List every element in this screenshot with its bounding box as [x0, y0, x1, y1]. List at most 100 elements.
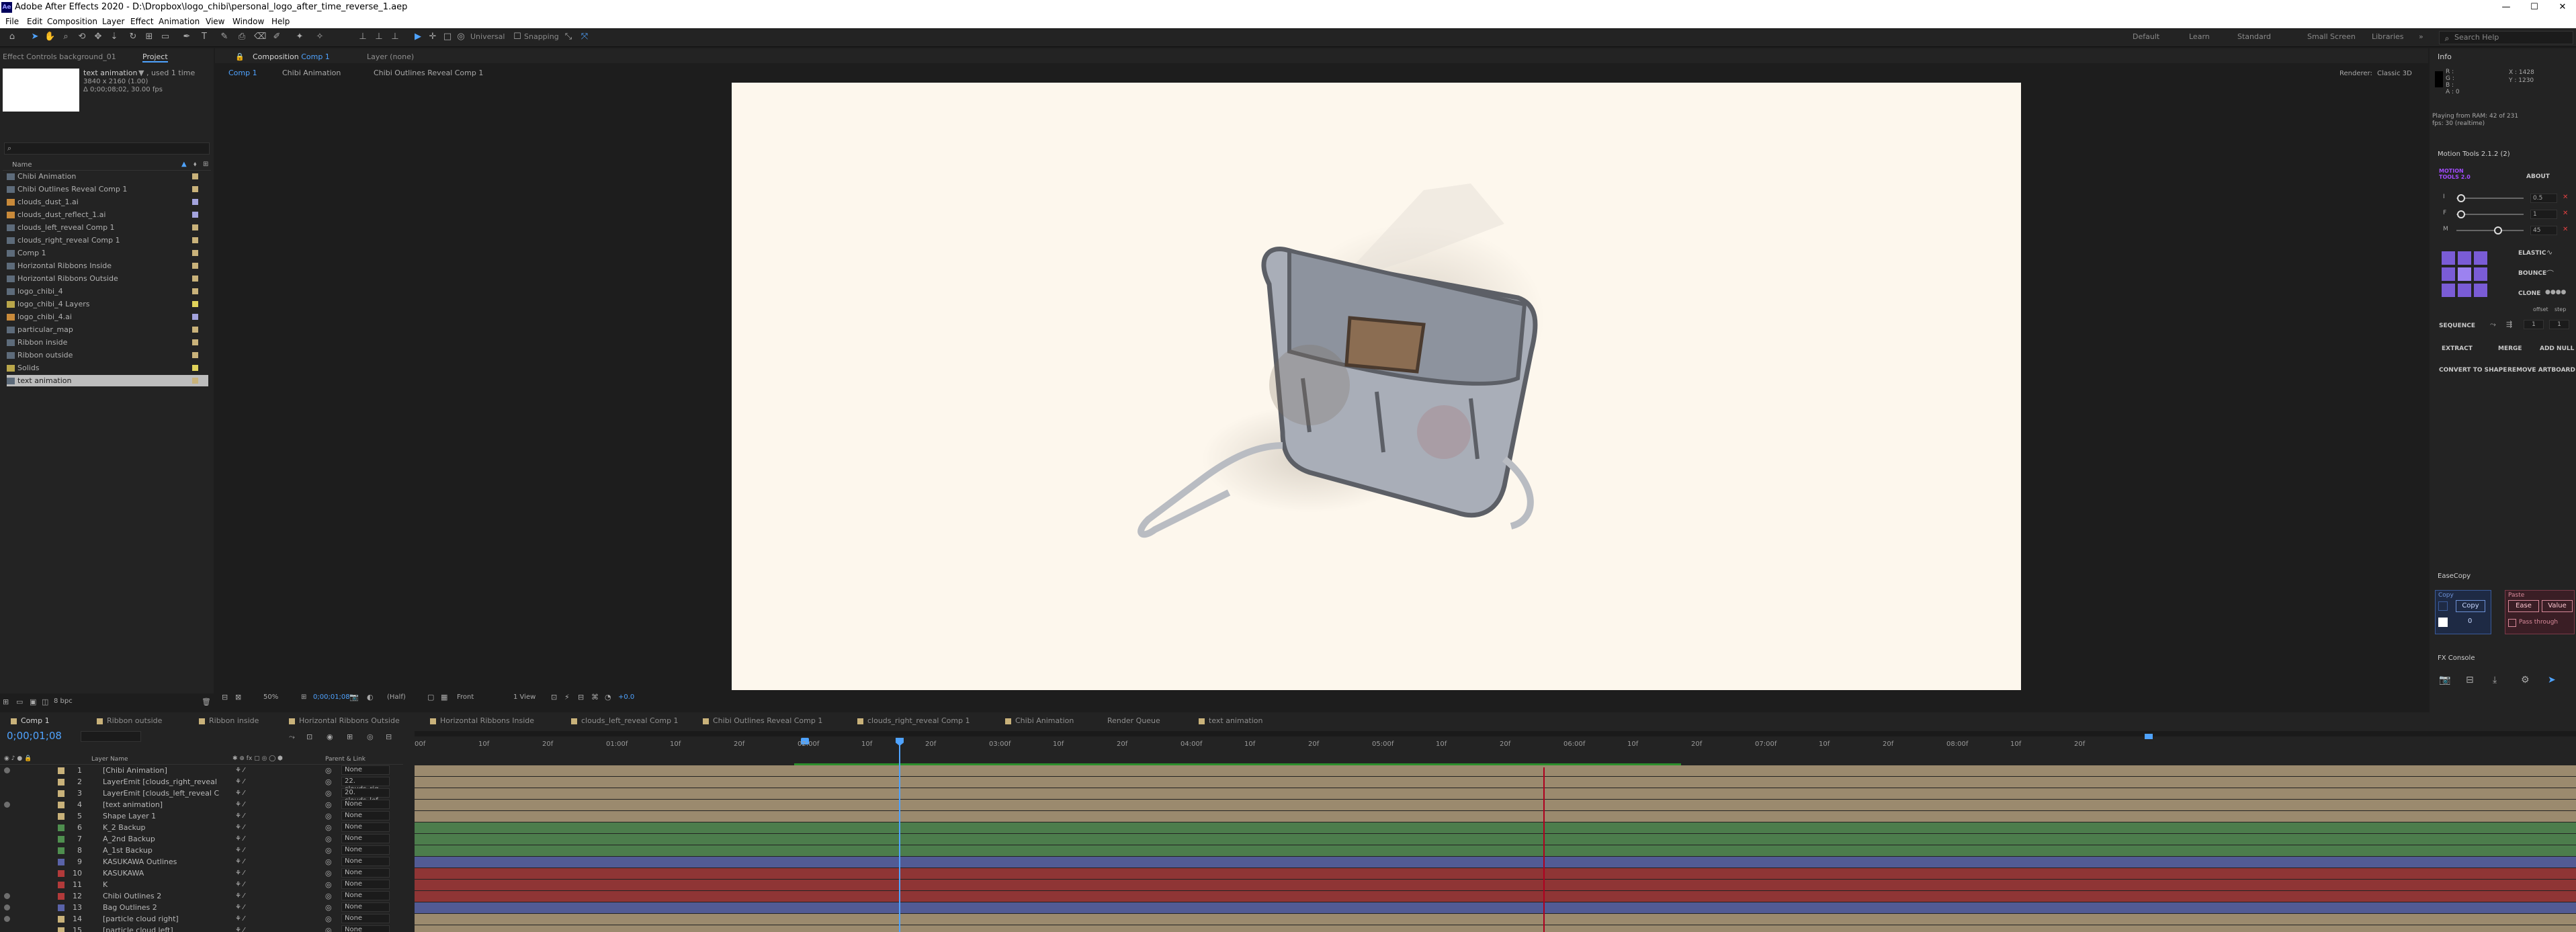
region-of-interest-icon[interactable]: ▢ — [427, 693, 434, 702]
eraser-tool-icon[interactable]: ⌫ — [254, 32, 266, 42]
elastic-button[interactable]: ELASTIC — [2518, 250, 2546, 257]
project-search-input[interactable]: ⌕ — [4, 142, 210, 155]
project-item[interactable]: logo_chibi_4 — [7, 286, 208, 297]
project-item[interactable]: Solids — [7, 362, 208, 374]
project-settings-icon[interactable]: ◫ — [42, 697, 48, 706]
fx-snapshot-icon[interactable]: 📷 — [2439, 675, 2450, 685]
reset-exposure-icon[interactable]: ◔ — [605, 693, 611, 702]
menu-view[interactable]: View — [206, 15, 224, 28]
timeline-tab[interactable]: Ribbon outside — [97, 716, 162, 725]
workspace-default[interactable]: Default — [2133, 32, 2159, 41]
project-item[interactable]: clouds_left_reveal Comp 1 — [7, 222, 208, 233]
project-item-label-swatch[interactable] — [192, 186, 198, 192]
project-item-label-swatch[interactable] — [192, 199, 198, 205]
tab-project[interactable]: Project — [142, 52, 168, 62]
breadcrumb-comp1[interactable]: Comp 1 — [228, 69, 257, 77]
breadcrumb-chibi-outlines[interactable]: Chibi Outlines Reveal Comp 1 — [374, 69, 483, 77]
square-icon[interactable]: □ — [442, 32, 453, 42]
pan-camera-icon[interactable]: ✥ — [93, 32, 103, 42]
viewer-timecode[interactable]: 0;00;01;08 — [313, 693, 350, 701]
menu-edit[interactable]: Edit — [27, 15, 42, 28]
convert-to-shape-button[interactable]: CONVERT TO SHAPE — [2439, 367, 2507, 374]
col-layer-name[interactable]: Layer Name — [91, 756, 128, 763]
tab-layer[interactable]: Layer (none) — [367, 52, 414, 61]
new-folder-icon[interactable]: ▭ — [16, 697, 23, 706]
orbit-camera-icon[interactable]: ⟲ — [77, 32, 87, 42]
shy-layers-icon[interactable]: ◉ — [327, 732, 333, 741]
selection-tool-icon[interactable]: ➤ — [30, 32, 40, 42]
minimize-button[interactable]: — — [2493, 0, 2520, 15]
current-time-display[interactable]: 0;00;01;08 — [7, 730, 62, 742]
layer-duration-bar[interactable] — [415, 800, 2576, 810]
col-name[interactable]: Name — [12, 161, 32, 169]
layer-duration-bar[interactable] — [415, 822, 2576, 833]
project-item[interactable]: Ribbon outside — [7, 349, 208, 361]
new-comp-icon[interactable]: ▣ — [30, 697, 36, 706]
zoom-dropdown[interactable]: 50% — [263, 693, 278, 701]
bpc-label[interactable]: 8 bpc — [54, 697, 73, 705]
layer-duration-bar[interactable] — [415, 845, 2576, 856]
workspace-small-screen[interactable]: Small Screen — [2307, 32, 2356, 41]
menu-window[interactable]: Window — [232, 15, 264, 28]
layer-duration-bar[interactable] — [415, 925, 2576, 932]
project-item[interactable]: clouds_dust_reflect_1.ai — [7, 209, 208, 220]
snapping-checkbox[interactable]: ☐ — [512, 32, 523, 42]
timeline-tab[interactable]: text animation — [1199, 716, 1263, 725]
project-item-label-swatch[interactable] — [192, 224, 198, 230]
layer-duration-bar[interactable] — [415, 777, 2576, 788]
flowchart-icon[interactable]: ⌘ — [591, 693, 599, 702]
menu-composition[interactable]: Composition — [47, 15, 97, 28]
workspace-libraries[interactable]: Libraries — [2372, 32, 2404, 41]
project-item-label-swatch[interactable] — [192, 365, 198, 371]
layer-duration-bar[interactable] — [415, 834, 2576, 845]
project-item[interactable]: Horizontal Ribbons Inside — [7, 260, 208, 271]
type-column-icon[interactable]: ⊞ — [203, 161, 208, 168]
renderer-value[interactable]: Classic 3D — [2377, 70, 2412, 77]
workspace-learn[interactable]: Learn — [2189, 32, 2210, 41]
grid-icon[interactable]: ⊞ — [301, 693, 306, 701]
timeline-tab[interactable]: Render Queue — [1107, 716, 1160, 725]
layer-duration-bar[interactable] — [415, 868, 2576, 879]
about-button[interactable]: ABOUT — [2526, 173, 2550, 180]
pin-tool-icon[interactable]: ✧ — [314, 32, 325, 42]
resolution-dropdown[interactable]: (Half) — [387, 693, 406, 701]
menu-effect[interactable]: Effect — [130, 15, 154, 28]
pass-through-checkbox[interactable] — [2508, 619, 2516, 627]
comp-mini-flowchart-icon[interactable]: ⤳ — [289, 732, 295, 742]
universal-icon[interactable]: ◎ — [456, 32, 466, 42]
timeline-tab[interactable]: Chibi Outlines Reveal Comp 1 — [703, 716, 822, 725]
breadcrumb-chibi-animation[interactable]: Chibi Animation — [282, 69, 341, 77]
slider-knob[interactable] — [2457, 194, 2465, 202]
project-item-label-swatch[interactable] — [192, 212, 198, 218]
project-item-label-swatch[interactable] — [192, 173, 198, 179]
project-item[interactable]: clouds_right_reveal Comp 1 — [7, 235, 208, 246]
clone-button[interactable]: CLONE — [2518, 290, 2540, 297]
layer-duration-bar[interactable] — [415, 902, 2576, 913]
paste-ease-button[interactable]: Ease — [2508, 600, 2539, 612]
rectangle-tool-icon[interactable]: ▭ — [160, 32, 171, 42]
puppet-pin-icon[interactable]: ✦ — [294, 32, 305, 42]
project-item-label-swatch[interactable] — [192, 250, 198, 256]
work-area-end-handle[interactable] — [2145, 734, 2153, 739]
layer-duration-bar[interactable] — [415, 891, 2576, 902]
reset-slider-icon[interactable]: ✕ — [2563, 226, 2568, 233]
maximize-button[interactable]: ☐ — [2521, 0, 2548, 15]
reset-slider-icon[interactable]: ✕ — [2563, 194, 2568, 201]
snapshot-icon[interactable]: 📷 — [349, 693, 359, 702]
graph-editor-icon[interactable]: ⊟ — [386, 732, 392, 741]
view-axis-icon[interactable]: ⊥ — [390, 32, 400, 42]
brush-tool-icon[interactable]: ✎ — [219, 32, 230, 42]
fx-screen-icon[interactable]: ⊟ — [2466, 675, 2474, 685]
motion-blur-icon[interactable]: ◎ — [367, 732, 374, 741]
layer-duration-bar[interactable] — [415, 914, 2576, 925]
type-tool-icon[interactable]: T — [199, 32, 210, 42]
timeline-tab[interactable]: Comp 1 — [11, 716, 50, 725]
workspace-overflow-icon[interactable]: » — [2419, 32, 2423, 41]
sequence-button[interactable]: SEQUENCE — [2439, 323, 2475, 329]
layer-duration-bar[interactable] — [415, 857, 2576, 867]
rotation-tool-icon[interactable]: ↻ — [128, 32, 138, 42]
timeline-tab[interactable]: Chibi Animation — [1005, 716, 1074, 725]
show-channel-icon[interactable]: ◐ — [367, 693, 374, 702]
fast-preview-icon[interactable]: ⚡ — [564, 693, 570, 702]
slider-knob[interactable] — [2457, 210, 2465, 218]
